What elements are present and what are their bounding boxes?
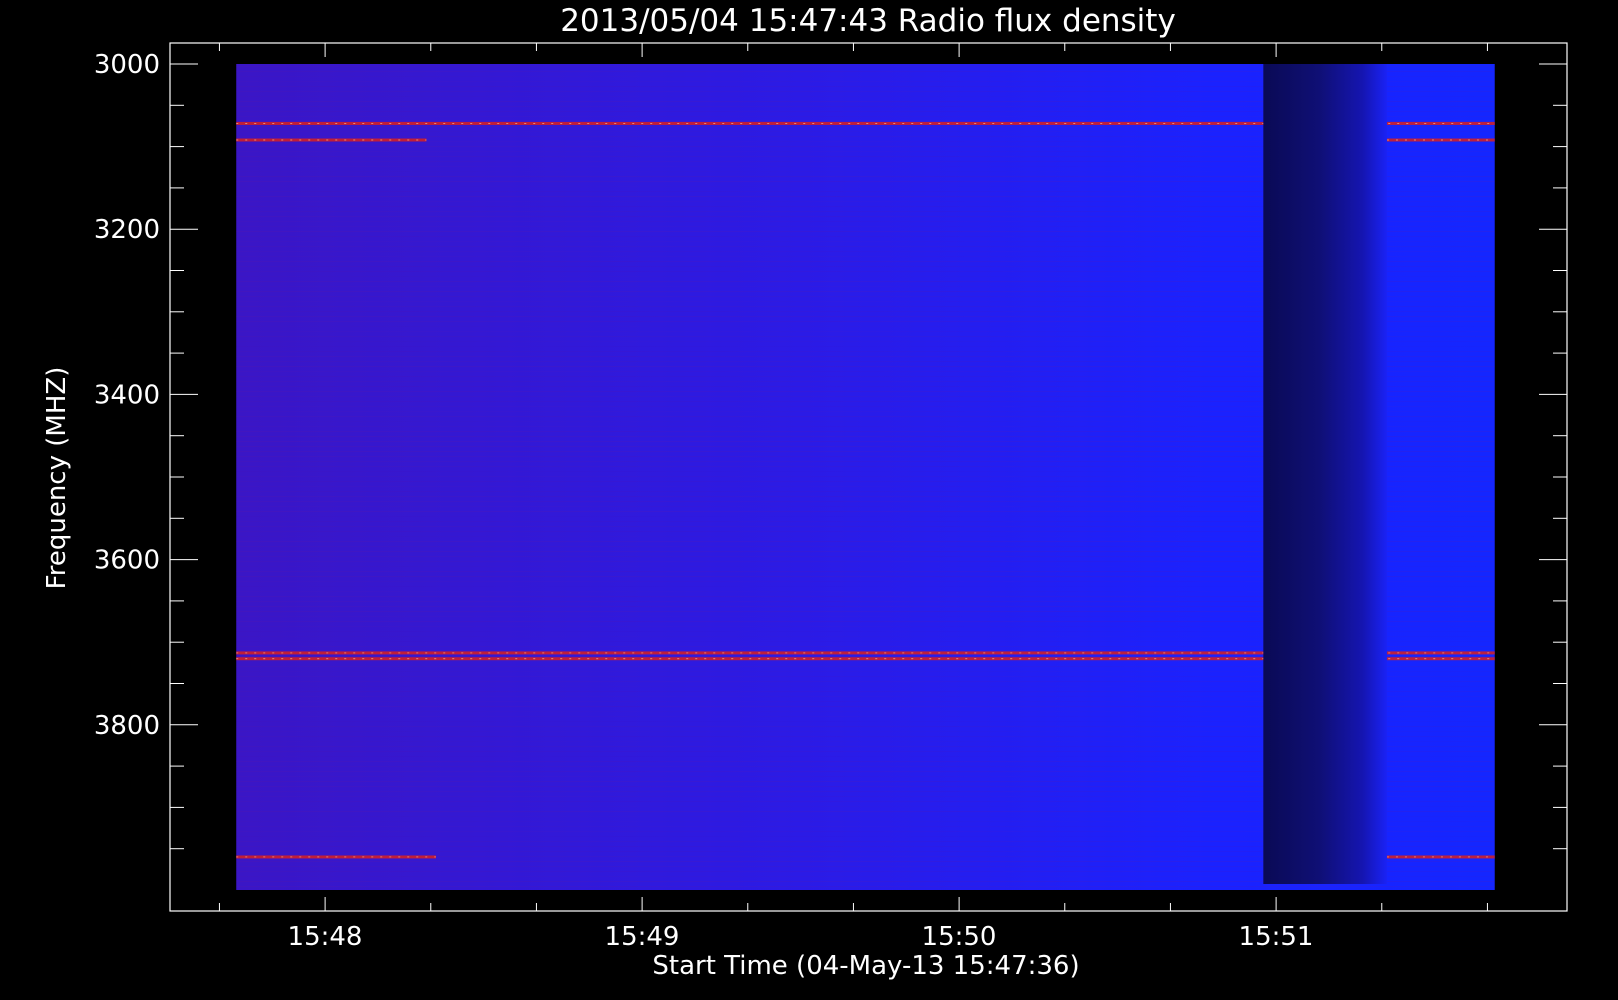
x-axis-label: Start Time (04-May-13 15:47:36) [652, 951, 1079, 981]
chart-title: 2013/05/04 15:47:43 Radio flux density [560, 3, 1176, 39]
y-tick-label: 3800 [94, 711, 160, 741]
x-tick-label: 15:50 [922, 922, 997, 952]
y-tick-label: 3400 [94, 380, 160, 410]
heatmap-texture-line [236, 886, 1495, 887]
y-tick-label: 3600 [94, 546, 160, 576]
low-flux-band [1263, 64, 1387, 884]
spectrogram-heatmap [236, 64, 1495, 890]
radio-spectrogram-chart: 2013/05/04 15:47:43 Radio flux density 1… [42, 3, 1568, 981]
x-tick-label: 15:51 [1239, 922, 1314, 952]
y-axis-label: Frequency (MHZ) [42, 367, 72, 590]
y-tick-label: 3200 [94, 215, 160, 245]
y-tick-label: 3000 [94, 50, 160, 80]
x-tick-label: 15:48 [288, 922, 363, 952]
x-tick-label: 15:49 [605, 922, 680, 952]
